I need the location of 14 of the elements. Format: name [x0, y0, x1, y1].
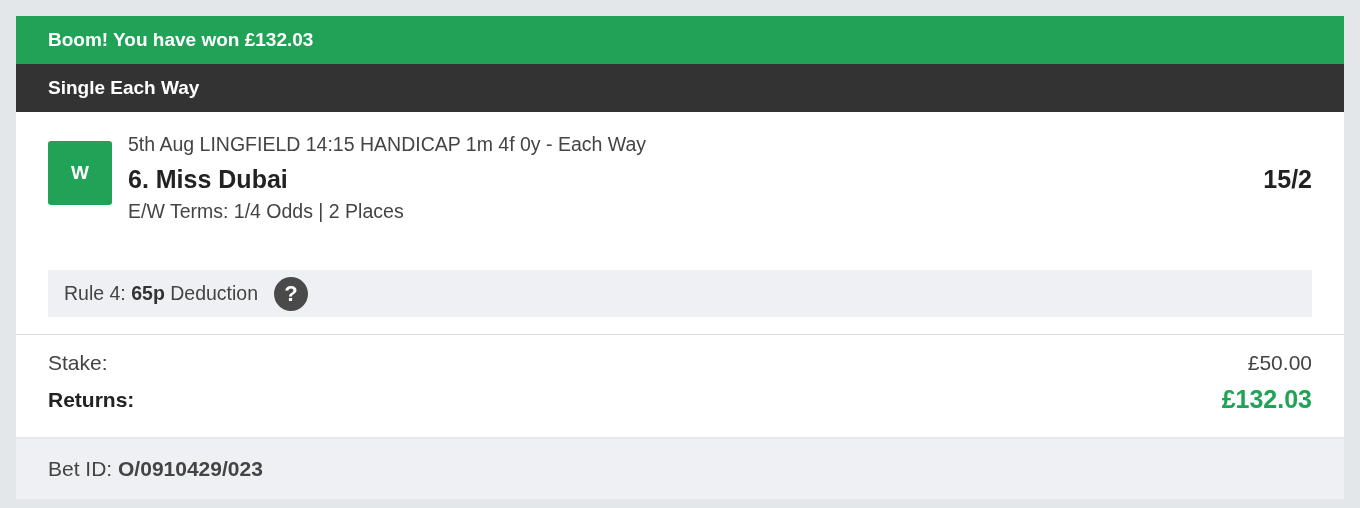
bet-type-header: Single Each Way [16, 64, 1344, 112]
help-button[interactable]: ? [274, 276, 309, 311]
odds: 15/2 [1263, 165, 1312, 194]
total-label: Returns: [48, 387, 135, 412]
rule4-text: Rule 4: 65p Deduction [64, 282, 259, 305]
bet-id: Bet ID: O/0910429/023 [48, 457, 263, 481]
total-value: £132.03 [1221, 385, 1312, 414]
total-label: Stake: [48, 351, 108, 375]
event-title: 5th Aug LINGFIELD 14:15 HANDICAP 1m 4f 0y - Each Way [128, 132, 648, 156]
win-banner: Boom! You have won £132.03 [16, 16, 1344, 64]
total-value: £50.00 [1247, 351, 1312, 375]
each-way-terms: E/W Terms: 1/4 Odds | 2 Places [128, 200, 405, 223]
result-badge: W [48, 141, 112, 205]
runner-name: 6. Miss Dubai [128, 165, 288, 194]
